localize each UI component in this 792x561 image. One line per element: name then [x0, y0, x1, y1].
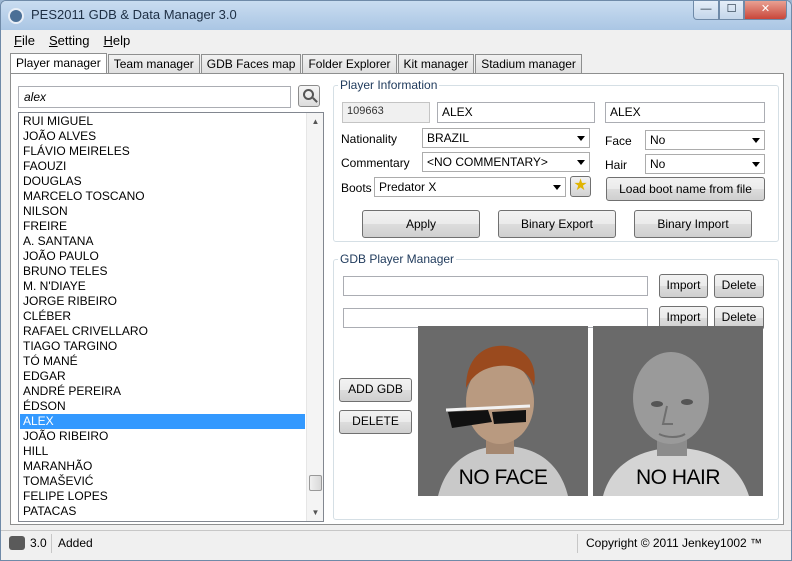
- player-list-item[interactable]: FLÁVIO MEIRELES: [20, 144, 305, 159]
- add-gdb-button[interactable]: ADD GDB: [339, 378, 412, 402]
- version-label: 3.0: [30, 536, 47, 550]
- nationality-select[interactable]: BRAZIL: [422, 128, 590, 148]
- face-preview: NO FACE: [418, 326, 588, 496]
- player-list-scrollbar[interactable]: ▲ ▼: [306, 113, 323, 521]
- player-list-item[interactable]: FAOUZI: [20, 159, 305, 174]
- search-button[interactable]: [298, 85, 320, 107]
- copyright-text: Copyright © 2011 Jenkey1002 ™: [586, 536, 763, 550]
- player-list-item[interactable]: TÓ MANÉ: [20, 354, 305, 369]
- menu-bar: File Setting Help: [7, 31, 785, 51]
- maximize-button[interactable]: ☐: [719, 1, 744, 20]
- gdb-player-manager-legend: GDB Player Manager: [340, 252, 455, 266]
- face-select[interactable]: No: [645, 130, 765, 150]
- player-list-item[interactable]: PATACAS: [20, 504, 305, 519]
- app-status-icon: [9, 536, 25, 550]
- window-title: PES2011 GDB & Data Manager 3.0: [31, 7, 237, 22]
- face-gdb-path-field[interactable]: [343, 276, 648, 296]
- hair-preview: NO HAIR: [593, 326, 763, 496]
- menu-setting[interactable]: Setting: [42, 31, 96, 51]
- chevron-down-icon: [752, 138, 760, 143]
- hair-label: Hair: [605, 158, 628, 172]
- scroll-down-icon[interactable]: ▼: [307, 504, 323, 521]
- commentary-select[interactable]: <NO COMMENTARY>: [422, 152, 590, 172]
- player-list-item[interactable]: FELIPE LOPES: [20, 489, 305, 504]
- player-list-item[interactable]: M. N'DIAYE: [20, 279, 305, 294]
- apply-button[interactable]: Apply: [362, 210, 480, 238]
- scroll-up-icon[interactable]: ▲: [307, 113, 323, 130]
- no-hair-caption: NO HAIR: [635, 466, 721, 489]
- player-list-item[interactable]: TIAGO TARGINO: [20, 339, 305, 354]
- tab-team-manager[interactable]: Team manager: [107, 54, 200, 73]
- status-bar: 3.0 Added Copyright © 2011 Jenkey1002 ™: [1, 530, 791, 555]
- import-face-button[interactable]: Import: [659, 274, 708, 298]
- player-search-input[interactable]: [18, 86, 291, 108]
- window-controls: — ☐ ✕: [693, 1, 787, 20]
- player-list-item[interactable]: MARANHÃO: [20, 459, 305, 474]
- status-message: Added: [58, 536, 93, 550]
- player-list-item[interactable]: JOÃO RIBEIRO: [20, 429, 305, 444]
- menu-file[interactable]: File: [7, 31, 42, 51]
- player-list-item[interactable]: MARCELO TOSCANO: [20, 189, 305, 204]
- player-list-item[interactable]: NILSON: [20, 204, 305, 219]
- tab-strip: Player manager Team manager GDB Faces ma…: [10, 53, 583, 74]
- hair-gdb-path-field[interactable]: [343, 308, 648, 328]
- player-list-item[interactable]: ANDRÉ PEREIRA: [20, 384, 305, 399]
- commentary-label: Commentary: [341, 156, 410, 170]
- menu-help[interactable]: Help: [96, 31, 137, 51]
- nationality-label: Nationality: [341, 132, 398, 146]
- player-name-field[interactable]: ALEX: [437, 102, 595, 123]
- gdb-player-manager-group: GDB Player Manager Import Delete Import …: [333, 252, 779, 520]
- hair-select[interactable]: No: [645, 154, 765, 174]
- chevron-down-icon: [577, 160, 585, 165]
- player-list-item[interactable]: ÉDSON: [20, 399, 305, 414]
- binary-export-button[interactable]: Binary Export: [498, 210, 616, 238]
- player-list[interactable]: RUI MIGUEL JOÃO ALVES FLÁVIO MEIRELES FAOUZ…: [18, 112, 324, 522]
- chevron-down-icon: [752, 162, 760, 167]
- boots-label: Boots: [341, 181, 372, 195]
- player-list-item[interactable]: HILL: [20, 444, 305, 459]
- star-icon: ★: [573, 177, 588, 194]
- tab-gdb-faces-map[interactable]: GDB Faces map: [200, 54, 302, 73]
- player-list-item[interactable]: JOÃO PAULO: [20, 249, 305, 264]
- player-list-item[interactable]: DOUGLAS: [20, 174, 305, 189]
- close-button[interactable]: ✕: [744, 1, 787, 20]
- delete-face-button[interactable]: Delete: [714, 274, 764, 298]
- load-boot-name-button[interactable]: Load boot name from file: [606, 177, 765, 201]
- player-list-item[interactable]: RAFAEL CRIVELLARO: [20, 324, 305, 339]
- delete-gdb-button[interactable]: DELETE: [339, 410, 412, 434]
- tab-kit-manager[interactable]: Kit manager: [397, 54, 475, 73]
- tab-stadium-manager[interactable]: Stadium manager: [475, 54, 582, 73]
- player-list-item[interactable]: EDGAR: [20, 369, 305, 384]
- chevron-down-icon: [577, 136, 585, 141]
- boots-select[interactable]: Predator X: [374, 177, 566, 197]
- player-list-item[interactable]: JOÃO ALVES: [20, 129, 305, 144]
- player-information-legend: Player Information: [340, 78, 438, 92]
- player-list-rows: RUI MIGUEL JOÃO ALVES FLÁVIO MEIRELES FAOUZ…: [20, 114, 305, 519]
- face-label: Face: [605, 134, 632, 148]
- player-list-item[interactable]: BRUNO TELES: [20, 264, 305, 279]
- player-list-item[interactable]: FREIRE: [20, 219, 305, 234]
- tab-player-manager[interactable]: Player manager: [10, 53, 107, 74]
- player-id-field: 109663: [342, 102, 430, 123]
- minimize-button[interactable]: —: [693, 1, 719, 20]
- shirt-name-field[interactable]: ALEX: [605, 102, 765, 123]
- player-list-item[interactable]: RUI MIGUEL: [20, 114, 305, 129]
- app-window: PES2011 GDB & Data Manager 3.0 — ☐ ✕ Fil…: [0, 0, 792, 561]
- title-bar[interactable]: PES2011 GDB & Data Manager 3.0 — ☐ ✕: [1, 1, 791, 30]
- favorite-boots-button[interactable]: ★: [570, 176, 591, 197]
- binary-import-button[interactable]: Binary Import: [634, 210, 752, 238]
- player-list-item[interactable]: TOMAŠEVIĆ: [20, 474, 305, 489]
- player-information-group: Player Information 109663 ALEX ALEX Nati…: [333, 78, 779, 242]
- player-list-item[interactable]: ALEX: [20, 414, 305, 429]
- no-face-caption: NO FACE: [458, 466, 548, 489]
- player-manager-page: RUI MIGUELJOÃO ALVESFLÁVIO MEIRELESFAOUZ…: [10, 73, 784, 525]
- player-list-item[interactable]: CLÉBER: [20, 309, 305, 324]
- app-icon: [8, 8, 24, 24]
- player-list-item[interactable]: JORGE RIBEIRO: [20, 294, 305, 309]
- tab-folder-explorer[interactable]: Folder Explorer: [302, 54, 397, 73]
- scroll-thumb[interactable]: [309, 475, 322, 491]
- player-list-item[interactable]: A. SANTANA: [20, 234, 305, 249]
- chevron-down-icon: [553, 185, 561, 190]
